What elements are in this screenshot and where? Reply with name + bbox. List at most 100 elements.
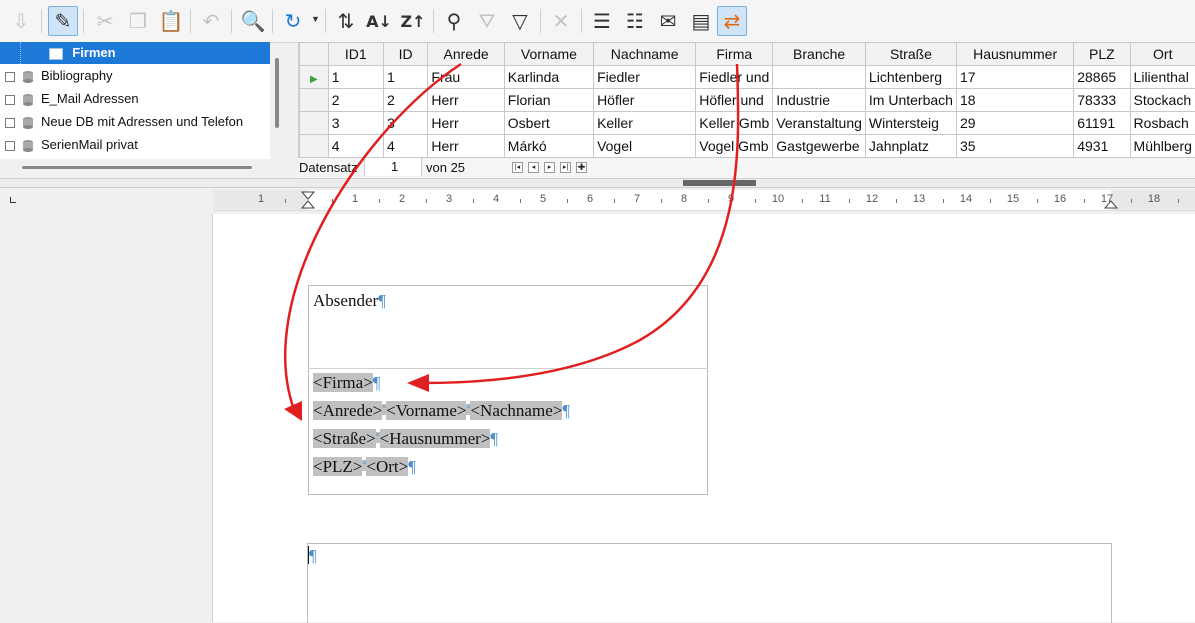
data-to-text-icon[interactable]: ☰ [587, 6, 617, 36]
horizontal-ruler[interactable]: 1123456789101112131415161718 [213, 190, 1195, 211]
table-row[interactable]: 3 3 Herr Osbert Keller Keller Gmb Verans… [300, 112, 1195, 135]
table-cell[interactable]: 1 [383, 66, 427, 89]
mail-merge-icon[interactable]: ✉ [653, 6, 683, 36]
table-cell[interactable]: Herr [428, 135, 504, 158]
column-header-id1[interactable]: ID1 [328, 43, 383, 66]
address-line-4[interactable]: <PLZ>°<Ort>¶ [313, 457, 416, 477]
expand-icon[interactable] [5, 118, 15, 128]
table-cell[interactable]: Herr [428, 112, 504, 135]
field-hausnummer[interactable]: <Hausnummer> [380, 429, 491, 448]
expand-icon[interactable] [5, 95, 15, 105]
row-handle-current[interactable]: ▶ [300, 66, 329, 89]
table-cell[interactable]: 35 [956, 135, 1073, 158]
sort-icon[interactable]: ⇅ [331, 6, 361, 36]
column-header-vorname[interactable]: Vorname [504, 43, 593, 66]
column-header-hausnummer[interactable]: Hausnummer [956, 43, 1073, 66]
import-icon[interactable]: ⇩ [6, 6, 36, 36]
new-record-icon[interactable]: ✚ [576, 162, 587, 173]
table-cell[interactable]: 4931 [1074, 135, 1130, 158]
expand-icon[interactable] [5, 72, 15, 82]
table-cell[interactable]: Höfler [594, 89, 696, 112]
last-record-icon[interactable]: ▸| [560, 162, 571, 173]
table-cell[interactable]: 29 [956, 112, 1073, 135]
table-cell[interactable]: 1 [328, 66, 383, 89]
row-handle[interactable] [300, 135, 329, 158]
column-header-ort[interactable]: Ort [1130, 43, 1195, 66]
splitter-grip[interactable] [683, 180, 756, 186]
column-header-branche[interactable]: Branche [773, 43, 866, 66]
refresh-icon[interactable]: ↻ [278, 6, 308, 36]
left-indent-marker-icon[interactable] [301, 191, 315, 209]
find-record-icon[interactable]: 🔍 [238, 6, 268, 36]
panel-splitter[interactable] [0, 178, 1195, 188]
apply-filter-icon[interactable]: ⛛ [472, 6, 502, 36]
field-anrede[interactable]: <Anrede> [313, 401, 382, 420]
tree-item-serienmail-privat[interactable]: SerienMail privat [0, 134, 270, 156]
table-cell[interactable]: 17 [956, 66, 1073, 89]
field-vorname[interactable]: <Vorname> [386, 401, 466, 420]
table-cell[interactable]: 78333 [1074, 89, 1130, 112]
table-cell[interactable]: Keller [594, 112, 696, 135]
column-header-nachname[interactable]: Nachname [594, 43, 696, 66]
cut-icon[interactable]: ✂ [90, 6, 120, 36]
table-cell[interactable]: Veranstaltung [773, 112, 866, 135]
table-cell[interactable]: Wintersteig [865, 112, 956, 135]
previous-record-icon[interactable]: ◂ [528, 162, 539, 173]
table-cell[interactable]: Im Unterbach [865, 89, 956, 112]
paste-icon[interactable]: 📋 [156, 6, 186, 36]
table-cell[interactable]: Mühlberg [1130, 135, 1195, 158]
table-row[interactable]: 4 4 Herr Márkó Vogel Vogel Gmb Gastgewer… [300, 135, 1195, 158]
table-cell[interactable]: Fiedler [594, 66, 696, 89]
table-row[interactable]: ▶ 1 1 Frau Karlinda Fiedler Fiedler und … [300, 66, 1195, 89]
explorer-icon[interactable]: ⇄ [717, 6, 747, 36]
column-header-strasse[interactable]: Straße [865, 43, 956, 66]
field-firma[interactable]: <Firma> [313, 373, 373, 392]
field-strasse[interactable]: <Straße> [313, 429, 376, 448]
table-cell[interactable]: Keller Gmb [696, 112, 773, 135]
table-cell[interactable]: Höfler und [696, 89, 773, 112]
data-source-icon[interactable]: ▤ [686, 6, 716, 36]
table-cell[interactable]: Márkó [504, 135, 593, 158]
table-cell[interactable]: 3 [383, 112, 427, 135]
table-cell[interactable]: 3 [328, 112, 383, 135]
field-ort[interactable]: <Ort> [366, 457, 408, 476]
undo-icon[interactable]: ↶ [196, 6, 226, 36]
table-cell[interactable]: Rosbach [1130, 112, 1195, 135]
record-number-input[interactable]: 1 [364, 158, 422, 176]
address-line-3[interactable]: <Straße>°<Hausnummer>¶ [313, 429, 498, 449]
table-cell[interactable]: Stockach [1130, 89, 1195, 112]
body-text-frame[interactable] [307, 543, 1112, 623]
address-line-1[interactable]: <Firma>¶ [313, 373, 381, 393]
row-handle[interactable] [300, 89, 329, 112]
table-cell[interactable]: 2 [328, 89, 383, 112]
table-cell[interactable]: Florian [504, 89, 593, 112]
table-cell[interactable]: Industrie [773, 89, 866, 112]
next-record-icon[interactable]: ▸ [544, 162, 555, 173]
tree-vertical-scrollbar[interactable] [275, 58, 279, 128]
first-record-icon[interactable]: |◂ [512, 162, 523, 173]
table-cell[interactable]: Karlinda [504, 66, 593, 89]
address-line-2[interactable]: <Anrede>°<Vorname>°<Nachname>¶ [313, 401, 570, 421]
column-header-firma[interactable]: Firma [696, 43, 773, 66]
refresh-dropdown-icon[interactable]: ▼ [311, 14, 320, 24]
field-plz[interactable]: <PLZ> [313, 457, 362, 476]
table-cell[interactable]: Lichtenberg [865, 66, 956, 89]
table-cell[interactable]: 18 [956, 89, 1073, 112]
column-header-anrede[interactable]: Anrede [428, 43, 504, 66]
tree-item-email-adressen[interactable]: E_Mail Adressen [0, 88, 270, 110]
column-header-id[interactable]: ID [383, 43, 427, 66]
table-cell[interactable]: Frau [428, 66, 504, 89]
sort-descending-icon[interactable]: Z↑ [398, 6, 428, 36]
table-cell[interactable]: Gastgewerbe [773, 135, 866, 158]
table-cell[interactable]: 28865 [1074, 66, 1130, 89]
table-cell[interactable]: 4 [328, 135, 383, 158]
table-cell[interactable]: Vogel Gmb [696, 135, 773, 158]
table-cell[interactable]: 2 [383, 89, 427, 112]
tree-item-firmen[interactable]: Firmen [0, 42, 270, 64]
copy-icon[interactable]: ❐ [123, 6, 153, 36]
table-cell[interactable]: Fiedler und [696, 66, 773, 89]
expand-icon[interactable] [5, 141, 15, 151]
tree-item-neue-db[interactable]: Neue DB mit Adressen und Telefon [0, 111, 270, 133]
data-to-fields-icon[interactable]: ☷ [620, 6, 650, 36]
tab-stop-selector-icon[interactable] [10, 197, 16, 203]
